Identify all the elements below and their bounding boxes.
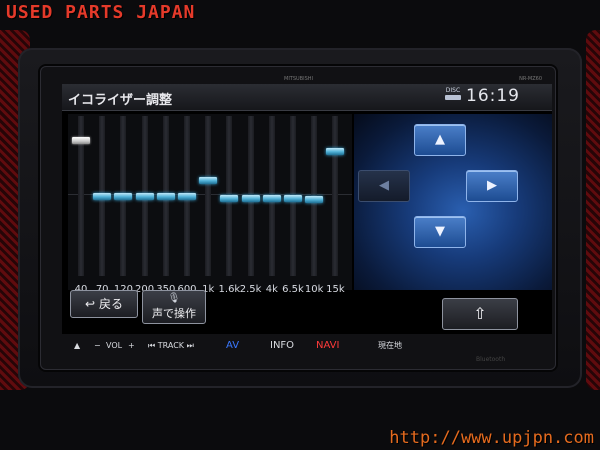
brand-label: MITSUBISHI <box>284 76 313 82</box>
eq-slider-120[interactable] <box>114 114 133 278</box>
eq-slider-2.5k[interactable] <box>241 114 260 278</box>
eq-slider-10k[interactable] <box>305 114 324 278</box>
vol-label: VOL <box>106 341 123 350</box>
voice-operation-button[interactable]: 🎙 声で操作 <box>142 290 206 324</box>
right-arrow-button[interactable]: ▶ <box>466 170 518 202</box>
carbon-trim-right <box>586 30 600 390</box>
eq-slider-knob[interactable] <box>114 193 133 200</box>
page-title: イコライザー調整 <box>68 93 173 108</box>
info-button[interactable]: INFO <box>270 340 294 352</box>
eq-slider-1.6k[interactable] <box>220 114 239 278</box>
arrow-pad: ▲ ◀ ▶ ▼ <box>354 114 552 290</box>
eq-slider-knob[interactable] <box>72 137 90 144</box>
equalizer-panel: 40701202003506001k1.6k2.5k4k6.5k10k15k <box>68 114 352 295</box>
eq-slider-knob[interactable] <box>93 193 112 200</box>
av-button[interactable]: AV <box>226 340 239 352</box>
navi-button[interactable]: NAVI <box>316 340 339 352</box>
eq-slider-knob[interactable] <box>220 194 239 202</box>
eject-icon[interactable]: ▲ <box>74 340 80 352</box>
model-label: NR-MZ60 <box>519 76 542 82</box>
eq-slider-knob[interactable] <box>305 196 324 204</box>
current-location-button[interactable]: 現在地 <box>378 340 402 352</box>
eq-slider-knob[interactable] <box>326 148 345 156</box>
disc-label: DISC <box>445 87 461 94</box>
clock: 16:19 <box>466 86 520 106</box>
eq-slider-knob[interactable] <box>241 194 260 202</box>
eq-freq-label: 15k <box>326 284 345 295</box>
mic-icon: 🎙 <box>167 293 181 304</box>
eq-slider-1k[interactable] <box>199 114 218 278</box>
eq-slider-40[interactable] <box>72 114 90 278</box>
vol-minus-button[interactable]: − <box>94 340 101 352</box>
title-bar: イコライザー調整 DISC 16:19 <box>62 84 552 111</box>
eq-slider-350[interactable] <box>156 114 175 278</box>
home-up-button[interactable]: ⇧ <box>442 298 518 330</box>
bluetooth-label: Bluetooth <box>476 356 506 363</box>
track-button[interactable]: ⏮ TRACK ⏭ <box>148 340 194 352</box>
vol-plus-button[interactable]: + <box>128 340 135 352</box>
eq-slider-600[interactable] <box>178 114 196 278</box>
eq-slider-200[interactable] <box>135 114 154 278</box>
eq-slider-70[interactable] <box>93 114 112 278</box>
eq-slider-knob[interactable] <box>262 194 281 202</box>
back-button[interactable]: ↩ 戻る <box>70 290 138 318</box>
back-label: 戻る <box>98 297 123 311</box>
eq-slider-knob[interactable] <box>199 177 218 184</box>
eq-slider-knob[interactable] <box>135 193 154 200</box>
model-strip: MITSUBISHI NR-MZ60 <box>70 76 550 84</box>
voice-label: 声で操作 <box>152 307 196 320</box>
back-icon: ↩ <box>85 297 96 311</box>
eq-slider-knob[interactable] <box>284 194 302 202</box>
eq-slider-15k[interactable] <box>326 114 345 278</box>
left-arrow-button[interactable]: ◀ <box>358 170 410 202</box>
eq-slider-knob[interactable] <box>156 193 175 200</box>
eq-slider-track[interactable] <box>205 116 212 276</box>
down-arrow-button[interactable]: ▼ <box>414 216 466 248</box>
watermark-bottom: http://www.upjpn.com <box>389 428 594 448</box>
eq-slider-knob[interactable] <box>178 193 196 200</box>
screen: イコライザー調整 DISC 16:19 40701202003506001k1.… <box>62 84 552 334</box>
watermark-top: USED PARTS JAPAN <box>6 2 196 23</box>
eq-slider-track[interactable] <box>332 116 339 276</box>
eq-slider-4k[interactable] <box>262 114 281 278</box>
eq-slider-6.5k[interactable] <box>284 114 302 278</box>
disc-icon: DISC <box>444 88 462 102</box>
up-arrow-button[interactable]: ▲ <box>414 124 466 156</box>
